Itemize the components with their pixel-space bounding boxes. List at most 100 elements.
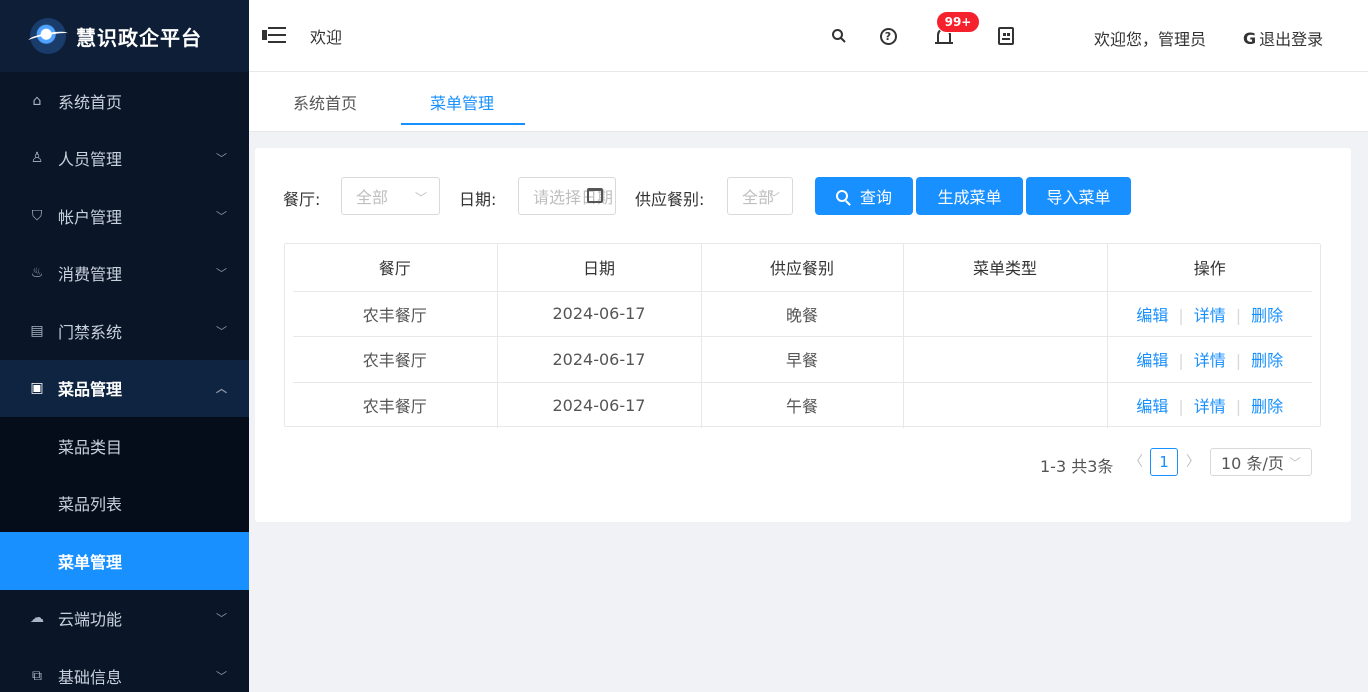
cell-menu-type	[903, 382, 1108, 428]
page-size-value: 10 条/页	[1221, 454, 1284, 473]
column-header-restaurant: 餐厅	[293, 244, 498, 292]
sidebar-item-access-control[interactable]: ▤ 门禁系统 ﹀	[0, 302, 249, 360]
table-header-row: 餐厅 日期 供应餐别 菜单类型 操作	[293, 244, 1312, 292]
calendar-icon	[587, 188, 603, 203]
menu-table: 餐厅 日期 供应餐别 菜单类型 操作 农丰餐厅 2024-06-17 晚餐 编辑…	[284, 243, 1321, 428]
detail-link[interactable]: 详情	[1194, 306, 1226, 325]
cell-meal: 午餐	[701, 382, 904, 428]
document-search-icon: ▣	[30, 380, 44, 397]
cell-meal: 晚餐	[701, 291, 904, 337]
tab-home[interactable]: 系统首页	[293, 90, 357, 114]
sidebar-subitem-dish-category[interactable]: 菜品类目	[0, 417, 249, 475]
separator: |	[1235, 397, 1242, 416]
column-header-menu-type: 菜单类型	[903, 244, 1108, 292]
cell-actions: 编辑 | 详情 | 删除	[1107, 336, 1312, 383]
chevron-down-icon: ﹀	[216, 669, 227, 683]
chevron-down-icon: ﹀	[216, 324, 227, 338]
search-icon[interactable]	[829, 26, 849, 46]
restaurant-select[interactable]: 全部 ﹀	[341, 177, 440, 215]
sidebar-subitem-menu-management[interactable]: 菜单管理	[0, 532, 249, 590]
date-label: 日期:	[459, 190, 497, 209]
chevron-down-icon: ﹀	[216, 267, 227, 281]
sidebar-item-label: 云端功能	[58, 610, 123, 630]
query-button[interactable]: 查询	[815, 177, 913, 215]
tab-bar: 系统首页 菜单管理	[249, 72, 1368, 132]
edit-link[interactable]: 编辑	[1136, 351, 1168, 370]
chevron-down-icon: ﹀	[216, 612, 227, 626]
logout-button[interactable]: G 退出登录	[1243, 26, 1323, 50]
top-header: 欢迎 ? 99+ 欢迎您，管理员 G 退出登录	[249, 0, 1368, 72]
shield-icon: ⛉	[31, 207, 43, 224]
chevron-down-icon: ﹀	[767, 191, 780, 205]
delete-link[interactable]: 删除	[1251, 351, 1283, 370]
header-actions: ? 99+ 欢迎您，管理员 G 退出登录	[249, 0, 1368, 72]
restaurant-select-value: 全部	[356, 188, 389, 207]
tab-menu-management[interactable]: 菜单管理	[430, 90, 494, 114]
detail-link[interactable]: 详情	[1194, 397, 1226, 416]
logo-icon	[30, 18, 66, 54]
sidebar-item-dishes[interactable]: ▣ 菜品管理 ︿	[0, 359, 249, 417]
delete-link[interactable]: 删除	[1251, 306, 1283, 325]
delete-link[interactable]: 删除	[1251, 397, 1283, 416]
logo: 慧识政企平台	[0, 0, 249, 72]
column-header-meal: 供应餐别	[701, 244, 904, 292]
chevron-down-icon: ﹀	[216, 209, 227, 223]
robot-icon[interactable]	[996, 26, 1016, 46]
layers-icon: ⧉	[32, 667, 42, 684]
chevron-down-icon: ﹀	[414, 191, 427, 205]
next-page-icon[interactable]: 〉	[1186, 451, 1200, 471]
date-picker[interactable]: 请选择日期	[518, 177, 616, 215]
table-row: 农丰餐厅 2024-06-17 午餐 编辑 | 详情 | 删除	[293, 382, 1312, 428]
sidebar-item-personnel[interactable]: ♙ 人员管理 ﹀	[0, 130, 249, 188]
cell-actions: 编辑 | 详情 | 删除	[1107, 291, 1312, 337]
separator: |	[1235, 351, 1242, 371]
cell-menu-type	[903, 336, 1108, 383]
sidebar-item-accounts[interactable]: ⛉ 帐户管理 ﹀	[0, 187, 249, 245]
separator: |	[1178, 305, 1184, 325]
door-icon: ▤	[30, 322, 44, 339]
column-header-actions: 操作	[1107, 244, 1312, 292]
users-icon: ♙	[30, 150, 44, 167]
sidebar-item-cloud[interactable]: ☁ 云端功能 ﹀	[0, 590, 249, 648]
active-tab-indicator	[401, 123, 525, 125]
column-header-date: 日期	[497, 244, 702, 292]
meal-label: 供应餐别:	[635, 190, 705, 209]
home-icon: ⌂	[32, 92, 42, 109]
sidebar-item-label: 基础信息	[58, 667, 123, 687]
edit-link[interactable]: 编辑	[1136, 397, 1168, 416]
import-menu-button[interactable]: 导入菜单	[1026, 177, 1131, 215]
cell-restaurant: 农丰餐厅	[293, 336, 498, 383]
pagination-total: 1-3 共3条	[1040, 457, 1114, 476]
cell-restaurant: 农丰餐厅	[293, 382, 498, 428]
cell-restaurant: 农丰餐厅	[293, 291, 498, 337]
app-title: 慧识政企平台	[76, 25, 202, 50]
sidebar-item-label: 系统首页	[58, 92, 123, 112]
generate-menu-button[interactable]: 生成菜单	[916, 177, 1023, 215]
page-button[interactable]: 1	[1150, 448, 1178, 476]
sidebar-item-basic-info[interactable]: ⧉ 基础信息 ﹀	[0, 647, 249, 692]
cloud-icon: ☁	[30, 610, 44, 627]
logout-label: 退出登录	[1259, 30, 1324, 49]
welcome-user: 欢迎您，管理员	[1094, 30, 1207, 49]
sidebar-item-home[interactable]: ⌂ 系统首页	[0, 72, 249, 130]
detail-link[interactable]: 详情	[1194, 351, 1226, 370]
notification-badge: 99+	[936, 11, 980, 33]
table-row: 农丰餐厅 2024-06-17 早餐 编辑 | 详情 | 删除	[293, 336, 1312, 383]
search-icon	[835, 190, 848, 202]
query-button-label: 查询	[859, 188, 892, 207]
meal-select[interactable]: 全部 ﹀	[727, 177, 793, 215]
page-size-select[interactable]: 10 条/页 ﹀	[1210, 448, 1312, 476]
cell-actions: 编辑 | 详情 | 删除	[1107, 382, 1312, 428]
sidebar-item-consumption[interactable]: ♨ 消费管理 ﹀	[0, 245, 249, 303]
prev-page-icon[interactable]: 〈	[1129, 451, 1143, 471]
separator: |	[1235, 305, 1242, 325]
cell-date: 2024-06-17	[497, 291, 702, 337]
sidebar-item-label: 菜品管理	[58, 380, 123, 400]
sidebar-subitem-dish-list[interactable]: 菜品列表	[0, 475, 249, 533]
sidebar-item-label: 人员管理	[58, 150, 123, 170]
cup-icon: ♨	[30, 265, 44, 282]
edit-link[interactable]: 编辑	[1136, 306, 1168, 325]
table-row: 农丰餐厅 2024-06-17 晚餐 编辑 | 详情 | 删除	[293, 291, 1312, 337]
help-icon[interactable]: ?	[878, 26, 898, 46]
sidebar-item-label: 门禁系统	[58, 322, 123, 342]
